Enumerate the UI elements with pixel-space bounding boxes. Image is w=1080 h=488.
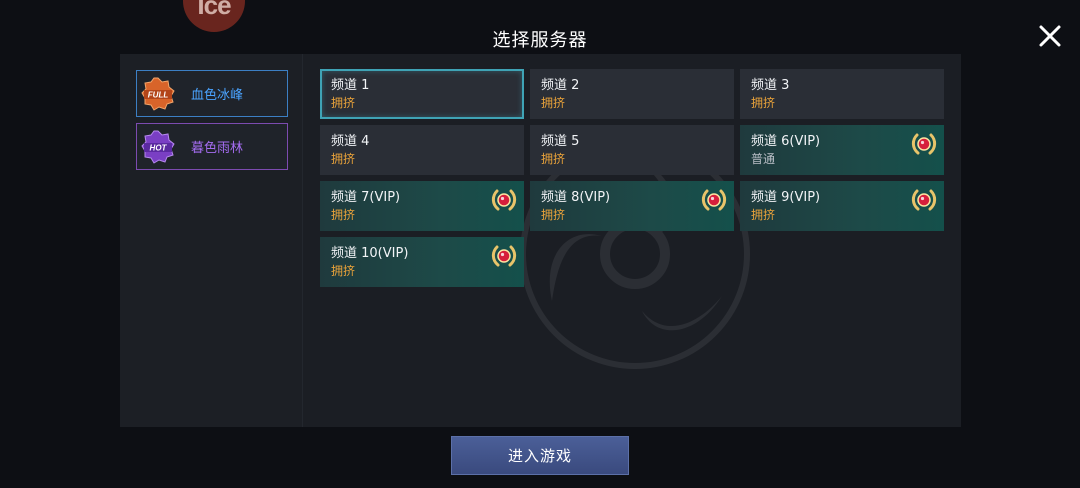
channel-3[interactable]: 频道 3 拥挤 [740,69,944,119]
channel-status: 拥挤 [751,96,776,110]
region-label: 暮色雨林 [191,141,244,156]
region-sidebar: FULL 血色冰峰 HOT 暮色雨林 [120,54,303,427]
vip-laurel-icon [701,189,727,211]
channel-grid: 频道 1 拥挤 频道 2 拥挤 频道 3 拥挤 频道 4 拥挤 频道 5 拥挤 … [303,54,961,427]
channel-7-vip[interactable]: 频道 7(VIP) 拥挤 [320,181,524,231]
region-item-mushe-yulin[interactable]: HOT 暮色雨林 [136,123,288,170]
close-icon [1039,25,1061,47]
dialog-title: 选择服务器 [492,30,588,51]
hot-badge-icon: HOT [141,130,175,164]
channel-name: 频道 1 [331,78,370,93]
full-badge-icon: FULL [141,77,175,111]
channel-8-vip[interactable]: 频道 8(VIP) 拥挤 [530,181,734,231]
channel-4[interactable]: 频道 4 拥挤 [320,125,524,175]
vip-laurel-icon [911,133,937,155]
region-label: 血色冰峰 [191,88,244,103]
channel-name: 频道 2 [541,78,580,93]
game-logo-text: Ice [197,0,231,20]
enter-game-button[interactable]: 进入游戏 [451,436,629,475]
svg-text:HOT: HOT [150,143,168,152]
server-panel: FULL 血色冰峰 HOT 暮色雨林 频道 1 拥挤 频道 2 拥挤 频道 3 … [120,54,961,427]
channel-5[interactable]: 频道 5 拥挤 [530,125,734,175]
svg-text:FULL: FULL [148,90,169,99]
channel-name: 频道 5 [541,134,580,149]
vip-laurel-icon [491,189,517,211]
channel-name: 频道 4 [331,134,370,149]
channel-status: 拥挤 [541,96,566,110]
region-item-xuese-bingfeng[interactable]: FULL 血色冰峰 [136,70,288,117]
channel-2[interactable]: 频道 2 拥挤 [530,69,734,119]
channel-9-vip[interactable]: 频道 9(VIP) 拥挤 [740,181,944,231]
channel-status: 拥挤 [541,152,566,166]
vip-laurel-icon [911,189,937,211]
channel-1[interactable]: 频道 1 拥挤 [320,69,524,119]
vip-laurel-icon [491,245,517,267]
channel-status: 拥挤 [331,96,356,110]
channel-6-vip[interactable]: 频道 6(VIP) 普通 [740,125,944,175]
channel-name: 频道 3 [751,78,790,93]
close-button[interactable] [1036,22,1064,50]
channel-10-vip[interactable]: 频道 10(VIP) 拥挤 [320,237,524,287]
channel-status: 拥挤 [331,152,356,166]
